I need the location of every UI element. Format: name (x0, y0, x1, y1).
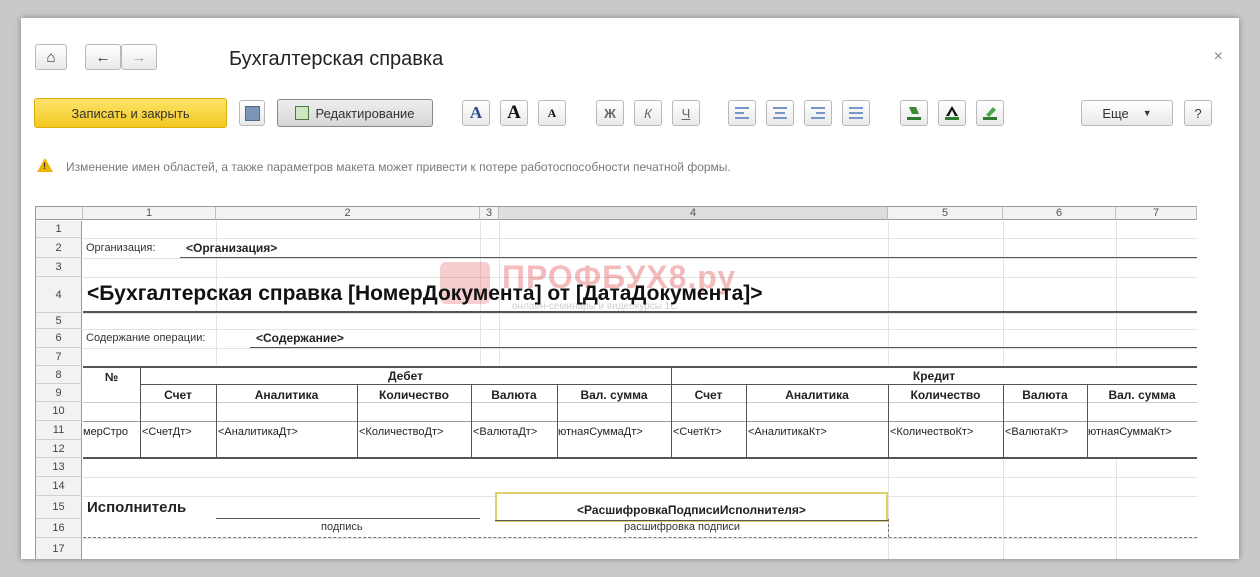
warning-icon: ! (37, 158, 53, 172)
credit-currency-header: Валюта (1022, 388, 1068, 402)
column-header-7[interactable]: 7 (1116, 207, 1197, 220)
table-cell[interactable]: ютнаяСуммаДт> (558, 426, 671, 438)
table-cell[interactable]: <ВалютаКт> (1005, 426, 1087, 438)
credit-analytics-header: Аналитика (785, 388, 849, 402)
organization-label: Организация: (86, 242, 156, 254)
row-number[interactable]: 11 (36, 421, 82, 440)
credit-header: Кредит (912, 369, 956, 383)
help-button[interactable]: ? (1184, 100, 1212, 126)
row-number[interactable]: 8 (36, 366, 82, 384)
organization-value[interactable]: <Организация> (186, 241, 277, 255)
bold-button[interactable]: Ж (596, 100, 624, 126)
credit-currency-amount-header: Вал. сумма (1108, 388, 1176, 402)
font-decrease-button[interactable]: A (538, 100, 566, 126)
align-left-icon[interactable] (728, 100, 756, 126)
underline-button[interactable]: Ч (672, 100, 700, 126)
chevron-down-icon: ▼ (1142, 108, 1152, 118)
more-label: Еще (1102, 105, 1129, 121)
window-title: Бухгалтерская справка (229, 48, 444, 70)
edit-mode-button[interactable]: Редактирование (277, 99, 433, 127)
row-number[interactable]: 6 (36, 329, 82, 348)
signature-caption: подпись (321, 521, 363, 533)
background-color-icon[interactable] (900, 100, 928, 126)
row-number[interactable]: 14 (36, 477, 82, 496)
credit-account-header: Счет (694, 388, 723, 402)
column-header-5[interactable]: 5 (888, 207, 1003, 220)
col-no-header: № (104, 370, 119, 384)
credit-quantity-header: Количество (910, 388, 981, 402)
align-right-icon[interactable] (804, 100, 832, 126)
row-number[interactable]: 12 (36, 440, 82, 458)
table-cell[interactable]: <СчетКт> (673, 426, 746, 438)
debit-currency-header: Валюта (491, 388, 537, 402)
table-cell[interactable]: <КоличествоДт> (359, 426, 471, 438)
table-cell[interactable]: <ВалютаДт> (473, 426, 557, 438)
column-header-2[interactable]: 2 (216, 207, 480, 220)
decoding-caption: расшифровка подписи (624, 521, 741, 533)
debit-header: Дебет (387, 369, 423, 383)
content-label: Содержание операции: (86, 332, 206, 344)
row-number[interactable]: 9 (36, 384, 82, 402)
column-header-1[interactable]: 1 (83, 207, 216, 220)
column-header-4[interactable]: 4 (499, 207, 888, 220)
column-header-6[interactable]: 6 (1003, 207, 1116, 220)
save-and-close-button[interactable]: Записать и закрыть (34, 98, 227, 128)
table-cell[interactable]: <СчетДт> (142, 426, 216, 438)
table-cell[interactable]: <КоличествоКт> (890, 426, 1003, 438)
align-justify-icon[interactable] (842, 100, 870, 126)
more-menu-button[interactable]: Еще ▼ (1081, 100, 1173, 126)
row-number[interactable]: 1 (36, 221, 82, 238)
row-number[interactable]: 4 (36, 277, 82, 313)
row-number[interactable]: 2 (36, 238, 82, 258)
debit-account-header: Счет (164, 388, 192, 402)
table-cell[interactable]: <АналитикаКт> (748, 426, 888, 438)
row-number[interactable]: 16 (36, 519, 82, 538)
content-value[interactable]: <Содержание> (256, 331, 344, 345)
row-number[interactable]: 13 (36, 458, 82, 477)
spreadsheet[interactable]: 1 2 3 4 5 6 7 1 2 3 4 5 6 7 8 9 10 11 12… (35, 206, 1197, 559)
forward-button[interactable]: → (121, 44, 157, 70)
text-color-icon[interactable] (938, 100, 966, 126)
edit-grid-icon (295, 106, 310, 120)
row-number[interactable]: 15 (36, 496, 82, 519)
close-icon[interactable]: × (1214, 48, 1223, 66)
document-heading[interactable]: <Бухгалтерская справка [НомерДокумента] … (87, 282, 763, 306)
font-increase-button[interactable]: A (500, 100, 528, 126)
edit-mode-label: Редактирование (315, 105, 415, 121)
executor-label: Исполнитель (87, 499, 187, 516)
table-cell[interactable]: ютнаяСуммаКт> (1088, 426, 1197, 438)
align-center-icon[interactable] (766, 100, 794, 126)
table-cell[interactable]: <АналитикаДт> (218, 426, 357, 438)
warning-text: Изменение имен областей, а также парамет… (66, 160, 731, 174)
debit-quantity-header: Количество (379, 388, 449, 402)
italic-button[interactable]: К (634, 100, 662, 126)
save-icon[interactable] (239, 100, 265, 126)
document-window: ⌂ ← → Бухгалтерская справка × Записать и… (21, 18, 1239, 559)
row-number[interactable]: 7 (36, 348, 82, 366)
font-normal-button[interactable]: A (462, 100, 490, 126)
column-header-corner (36, 207, 83, 220)
column-header-3[interactable]: 3 (480, 207, 499, 220)
debit-analytics-header: Аналитика (254, 388, 319, 402)
debit-currency-amount-header: Вал. сумма (580, 388, 648, 402)
row-number[interactable]: 3 (36, 258, 82, 277)
row-number[interactable]: 10 (36, 402, 82, 421)
row-number[interactable]: 17 (36, 538, 82, 559)
border-color-icon[interactable] (976, 100, 1004, 126)
back-button[interactable]: ← (85, 44, 121, 70)
signature-decoding-value[interactable]: <РасшифровкаПодписиИсполнителя> (495, 503, 888, 517)
table-cell[interactable]: мерСтро (83, 426, 140, 438)
home-button[interactable]: ⌂ (35, 44, 67, 70)
row-number[interactable]: 5 (36, 313, 82, 329)
